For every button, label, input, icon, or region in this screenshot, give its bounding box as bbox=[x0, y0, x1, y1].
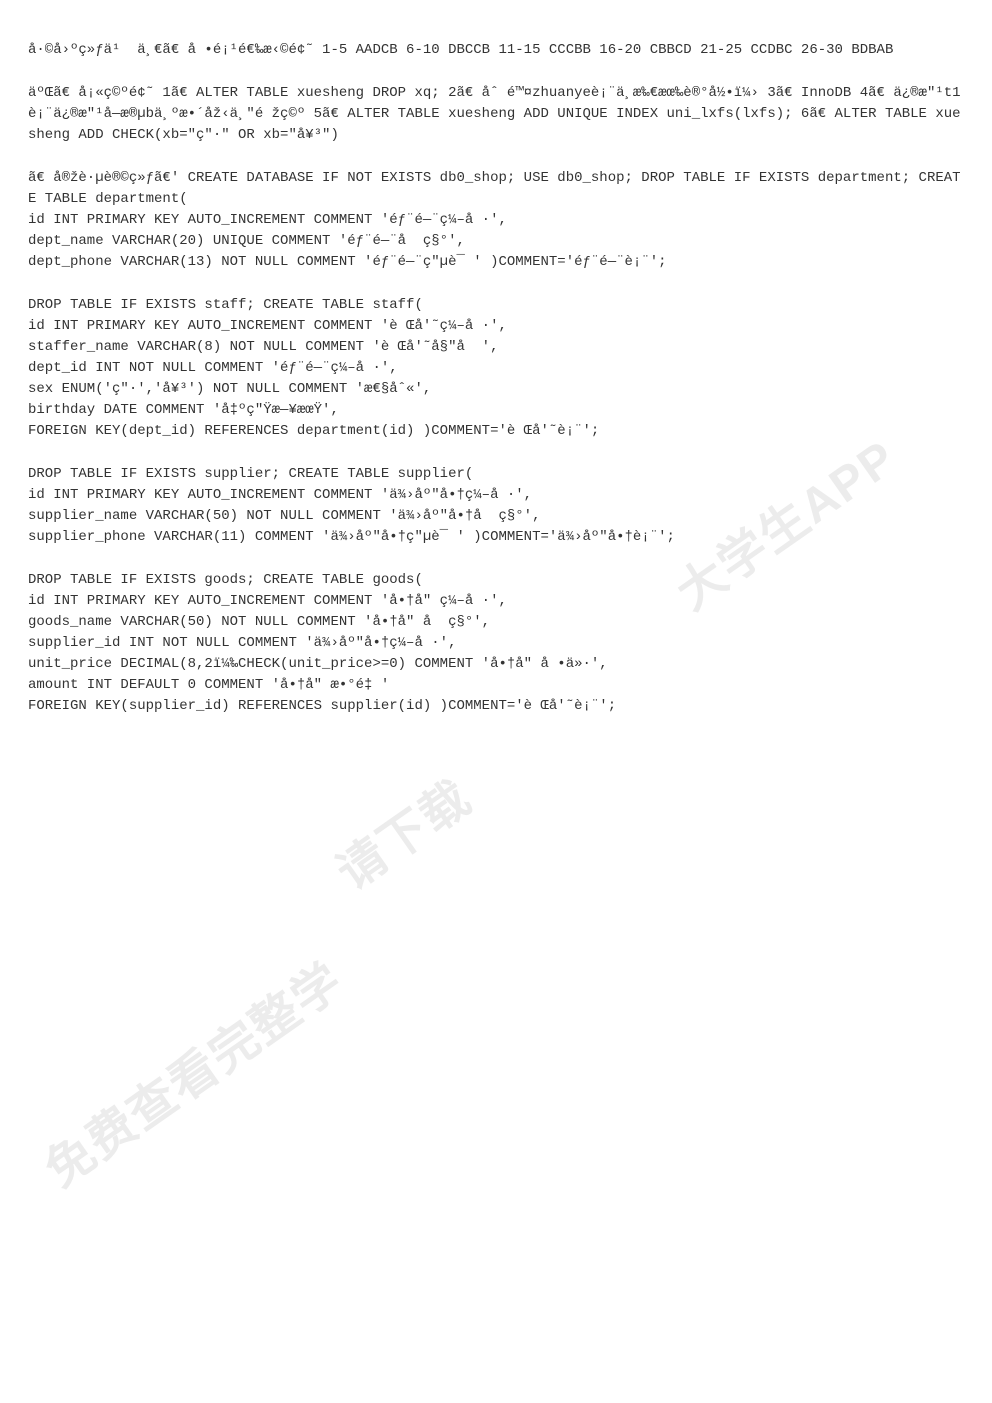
paragraph-4: DROP TABLE IF EXISTS staff; CREATE TABLE… bbox=[28, 295, 964, 442]
paragraph-2: äºŒã€ å¡«ç©ºé¢˜ 1ã€ ALTER TABLE xuesheng… bbox=[28, 83, 964, 146]
watermark-text: 请下载 bbox=[323, 763, 487, 908]
paragraph-5: DROP TABLE IF EXISTS supplier; CREATE TA… bbox=[28, 464, 964, 548]
paragraph-1: å·©å›ºç»ƒä¹ ä¸€ã€ å •é¡¹é€‰æ‹©é¢˜ 1-5 AA… bbox=[28, 40, 964, 61]
paragraph-3: ã€ å®žè·µè®©ç»ƒã€' CREATE DATABASE IF NO… bbox=[28, 168, 964, 273]
watermark-text: 免费查看完整学 bbox=[31, 946, 359, 1206]
paragraph-6: DROP TABLE IF EXISTS goods; CREATE TABLE… bbox=[28, 570, 964, 717]
